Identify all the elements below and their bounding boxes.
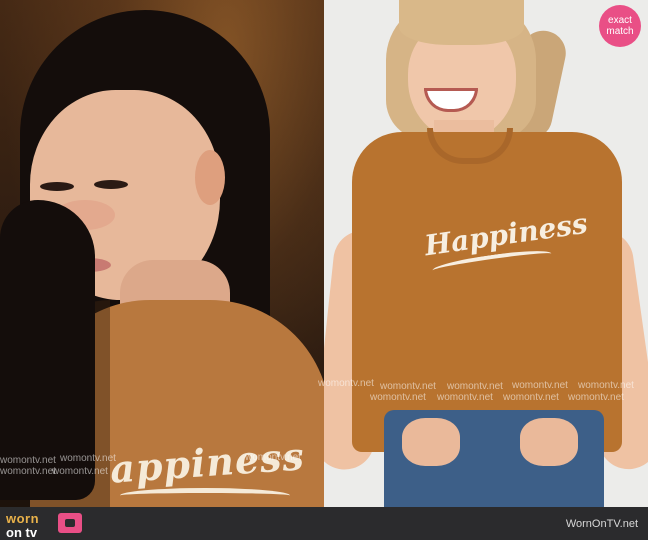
right-hand [520,418,578,466]
left-ear [195,150,225,205]
exact-match-badge: exact match [599,5,641,47]
watermark: womontv.net [0,455,56,466]
watermark: womontv.net [245,452,301,463]
watermark: womontv.net [437,392,493,403]
logo-ontv-text: on tv [6,525,38,540]
footer-bar: worn on tv WornOnTV.net [0,507,648,540]
watermark: womontv.net [52,466,108,477]
wornontv-logo[interactable]: worn on tv [6,509,82,540]
watermark: womontv.net [370,392,426,403]
bangs [399,0,524,45]
badge-line-2: match [606,26,634,37]
right-eye [94,180,128,189]
watermark: womontv.net [0,466,56,477]
left-hand [402,418,460,466]
watermark: womontv.net [578,380,634,391]
right-photo: Happiness [324,0,648,507]
logo-worn-text: worn [6,511,40,526]
tv-icon [58,513,82,533]
watermark: womontv.net [512,380,568,391]
watermark: womontv.net [503,392,559,403]
watermark: womontv.net [380,381,436,392]
watermark: womontv.net [568,392,624,403]
right-shirt [352,132,622,452]
watermark: womontv.net [447,381,503,392]
watermark: womontv.net [318,378,374,389]
watermark: womontv.net [60,453,116,464]
badge-line-1: exact [608,15,632,26]
left-shirt-swoosh [120,488,290,503]
left-photo: appiness [0,0,324,507]
left-eye [40,182,74,191]
site-url[interactable]: WornOnTV.net [566,518,638,530]
